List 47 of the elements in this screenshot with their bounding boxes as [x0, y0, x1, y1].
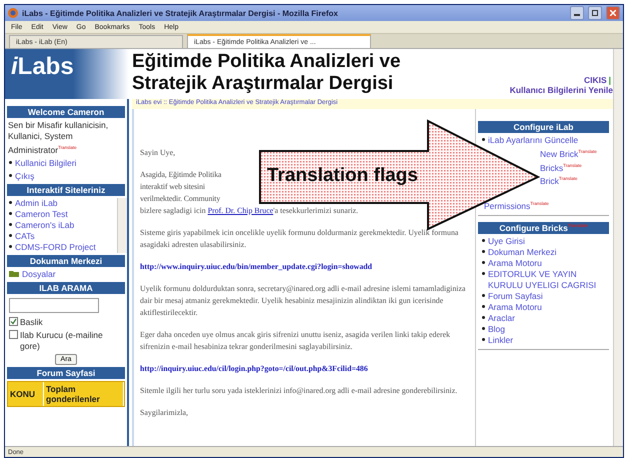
section-header: Forum Sayfasi: [7, 366, 125, 379]
site-link[interactable]: Admin iLab: [15, 198, 58, 209]
scrollbar[interactable]: [613, 49, 623, 446]
config-link[interactable]: Blog: [488, 324, 506, 336]
site-link[interactable]: Cameron Test: [15, 208, 68, 220]
page-title: Eğitimde Politika Analizleri ve Stratejik Araştırmalar Dergisi: [132, 50, 402, 96]
logout-link[interactable]: CIKIS: [584, 75, 607, 85]
minimize-button[interactable]: [570, 6, 584, 20]
option-label: Ilab Kurucu (e-mailine gore): [20, 330, 104, 352]
search-field[interactable]: [9, 298, 99, 313]
site-link[interactable]: CDMS-FORD Project: [15, 242, 96, 253]
option-label: Baslik: [20, 316, 43, 328]
window-title: iLabs - Eğitimde Politika Analizleri ve Stratejik Araştırmalar Dergisi - Mozilla Firefox: [22, 8, 339, 18]
config-link[interactable]: EDITORLUK VE YAYIN KURULU UYELIGI CAGRISI: [488, 269, 605, 292]
section-header: Welcome Cameron: [7, 106, 125, 118]
document-link[interactable]: Dosyalar: [22, 268, 56, 280]
profile-link[interactable]: Kullanıcı Bilgilerini Yenile: [510, 85, 613, 95]
config-link[interactable]: Linkler: [488, 335, 514, 346]
sidebar-link[interactable]: Çıkış: [15, 170, 34, 182]
site-link[interactable]: Cameron's iLab: [15, 220, 74, 231]
config-link[interactable]: Araclar: [488, 313, 515, 324]
callout-label: Translation flags: [267, 165, 418, 187]
config-link[interactable]: Arama Motoru: [488, 302, 542, 314]
separator: |: [608, 75, 611, 85]
config-link[interactable]: iLab Ayarlarını Güncelle: [488, 135, 578, 146]
checkbox[interactable]: [9, 316, 18, 326]
section-header: ILAB ARAMA: [7, 282, 125, 294]
sidebar-link[interactable]: Kullanici Bilgileri: [15, 158, 76, 169]
ilabs-logo: iLabs: [5, 49, 129, 99]
column-header: Toplam gonderilenler: [44, 382, 124, 406]
config-link[interactable]: Arama Motoru: [488, 258, 542, 270]
scrollbar[interactable]: [117, 198, 127, 253]
section-header: Interaktif Siteleriniz: [7, 184, 125, 196]
close-button[interactable]: [606, 6, 620, 20]
config-link[interactable]: Uye Girisi: [488, 236, 525, 248]
maximize-button[interactable]: [588, 6, 602, 20]
maximize-icon: [592, 10, 598, 16]
close-icon: [610, 10, 616, 16]
folder-icon: [9, 270, 19, 277]
column-header: KONU: [8, 382, 44, 406]
site-link[interactable]: CATs: [15, 230, 35, 242]
firefox-icon: [8, 8, 18, 18]
section-header: Configure iLab: [478, 121, 609, 133]
checkbox[interactable]: [9, 330, 18, 339]
section-header: Dokuman Merkezi: [7, 254, 125, 267]
config-link[interactable]: Forum Sayfasi: [488, 291, 543, 302]
config-link[interactable]: Dokuman Merkezi: [488, 247, 556, 258]
